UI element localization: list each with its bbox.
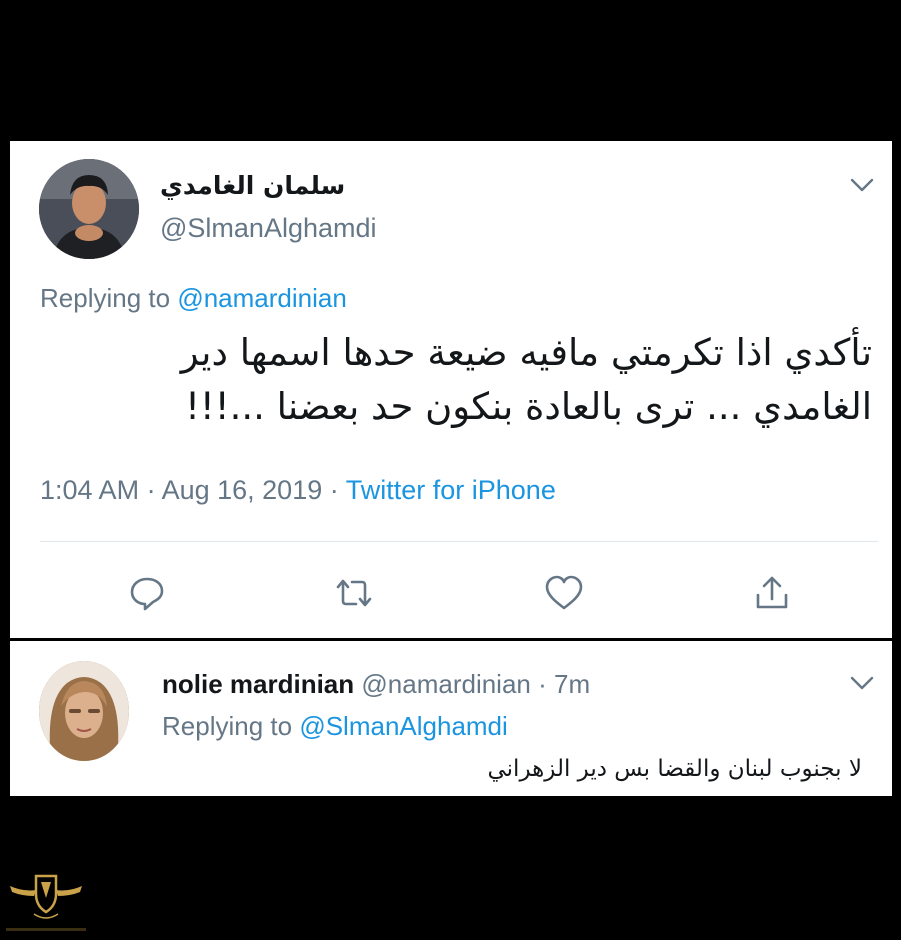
meta-separator: · [139,475,162,505]
share-icon [756,576,788,609]
avatar[interactable] [39,159,139,259]
tweet-meta: 1:04 AM · Aug 16, 2019 · Twitter for iPh… [40,475,556,506]
avatar[interactable] [39,661,129,761]
replying-to-label: Replying to [40,283,178,313]
reply-icon [130,577,164,611]
retweet-icon [336,579,372,607]
user-handle[interactable]: @SlmanAlghamdi [160,213,377,244]
display-name[interactable]: nolie mardinian [162,669,354,699]
reply-tweet-card: nolie mardinian @namardinian · 7m Replyi… [10,641,892,796]
replying-to-mention[interactable]: @SlmanAlghamdi [299,711,507,741]
tweet-text-line: الغامدي ... ترى بالعادة بنكون حد بعضنا .… [185,385,872,428]
chevron-down-icon[interactable] [848,673,876,693]
reply-text: لا بجنوب لبنان والقضا بس دير الزهراني [487,756,862,782]
replying-to-label: Replying to [162,711,300,741]
replying-to-line: Replying to @SlmanAlghamdi [162,711,508,742]
retweet-button[interactable] [332,571,376,615]
display-name[interactable]: سلمان الغامدي [160,171,345,200]
chevron-down-icon[interactable] [848,175,876,195]
tweet-source[interactable]: Twitter for iPhone [346,475,556,505]
divider [40,541,878,542]
tweet-text-line: تأكدي اذا تكرمتي مافيه ضيعة حدها اسمها د… [180,331,872,374]
tweet-text: تأكدي اذا تكرمتي مافيه ضيعة حدها اسمها د… [40,326,872,434]
share-button[interactable] [750,571,794,615]
tweet-time[interactable]: 1:04 AM [40,475,139,505]
like-button[interactable] [542,571,586,615]
screenshot-stage: سلمان الغامدي @SlmanAlghamdi Replying to… [0,0,901,940]
forum-logo-watermark [6,874,86,931]
reply-header: nolie mardinian @namardinian · 7m [162,669,590,700]
meta-separator: · [530,669,554,699]
replying-to-mention[interactable]: @namardinian [177,283,346,313]
meta-separator: · [322,475,346,505]
main-tweet-card: سلمان الغامدي @SlmanAlghamdi Replying to… [10,141,892,638]
tweet-age[interactable]: 7m [554,669,590,699]
user-handle[interactable]: @namardinian [361,669,530,699]
tweet-date[interactable]: Aug 16, 2019 [162,475,323,505]
like-icon [545,575,583,610]
replying-to-line: Replying to @namardinian [40,283,347,314]
reply-button[interactable] [125,571,169,615]
